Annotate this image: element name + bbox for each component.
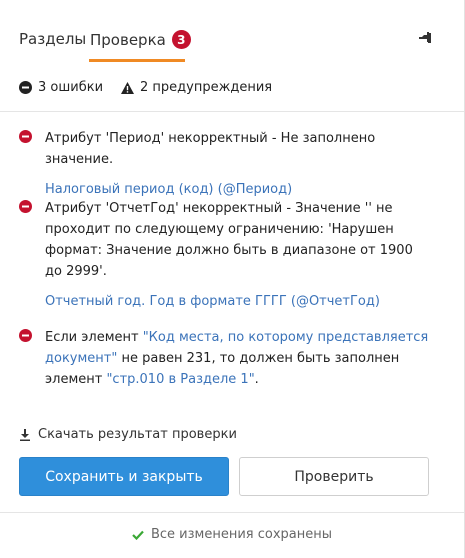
- warnings-count-text: 2 предупреждения: [140, 80, 273, 95]
- footer-divider: [0, 512, 464, 513]
- error-circle-icon: [19, 81, 32, 94]
- tab-check[interactable]: Проверка 3: [90, 30, 191, 49]
- error-field-link[interactable]: Налоговый период (код) (@Период): [45, 179, 292, 200]
- check-button[interactable]: Проверить: [239, 457, 429, 496]
- active-tab-indicator: [89, 59, 185, 62]
- error-field-link[interactable]: Отчетный год. Год в формате ГГГГ (@Отчет…: [45, 291, 380, 312]
- errors-count-text: 3 ошибки: [38, 80, 104, 95]
- error-item: Атрибут 'ОтчетГод' некорректный - Значен…: [19, 198, 439, 312]
- download-result-link[interactable]: Скачать результат проверки: [19, 427, 237, 442]
- error-icon: [19, 130, 32, 143]
- tab-bar: Разделы Проверка 3: [0, 0, 464, 62]
- warning-triangle-icon: [121, 81, 135, 94]
- element-link[interactable]: "стр.010 в Разделе 1": [106, 372, 254, 387]
- download-label: Скачать результат проверки: [38, 427, 237, 442]
- error-message-part: .: [254, 372, 259, 387]
- save-and-close-button[interactable]: Сохранить и закрыть: [19, 457, 229, 496]
- error-item: Если элемент "Код места, по которому пре…: [19, 327, 439, 390]
- summary-divider: [0, 111, 464, 112]
- warnings-summary: 2 предупреждения: [121, 80, 272, 95]
- pin-icon[interactable]: [418, 30, 434, 46]
- tab-check-label: Проверка: [90, 30, 166, 49]
- checkmark-icon: [132, 530, 144, 540]
- save-status: Все изменения сохранены: [0, 527, 464, 542]
- error-icon: [19, 329, 32, 342]
- error-message-part: Если элемент: [45, 330, 143, 345]
- error-message: Атрибут 'Период' некорректный - Не запол…: [45, 131, 376, 167]
- tab-sections[interactable]: Разделы: [19, 30, 86, 48]
- check-summary: 3 ошибки 2 предупреждения: [19, 80, 290, 95]
- error-icon: [19, 200, 32, 213]
- error-message: Атрибут 'ОтчетГод' некорректный - Значен…: [45, 201, 413, 279]
- download-icon: [20, 428, 30, 441]
- errors-summary: 3 ошибки: [19, 80, 103, 95]
- error-item: Атрибут 'Период' некорректный - Не запол…: [19, 128, 439, 200]
- save-status-text: Все изменения сохранены: [150, 527, 333, 542]
- error-count-badge: 3: [171, 30, 191, 49]
